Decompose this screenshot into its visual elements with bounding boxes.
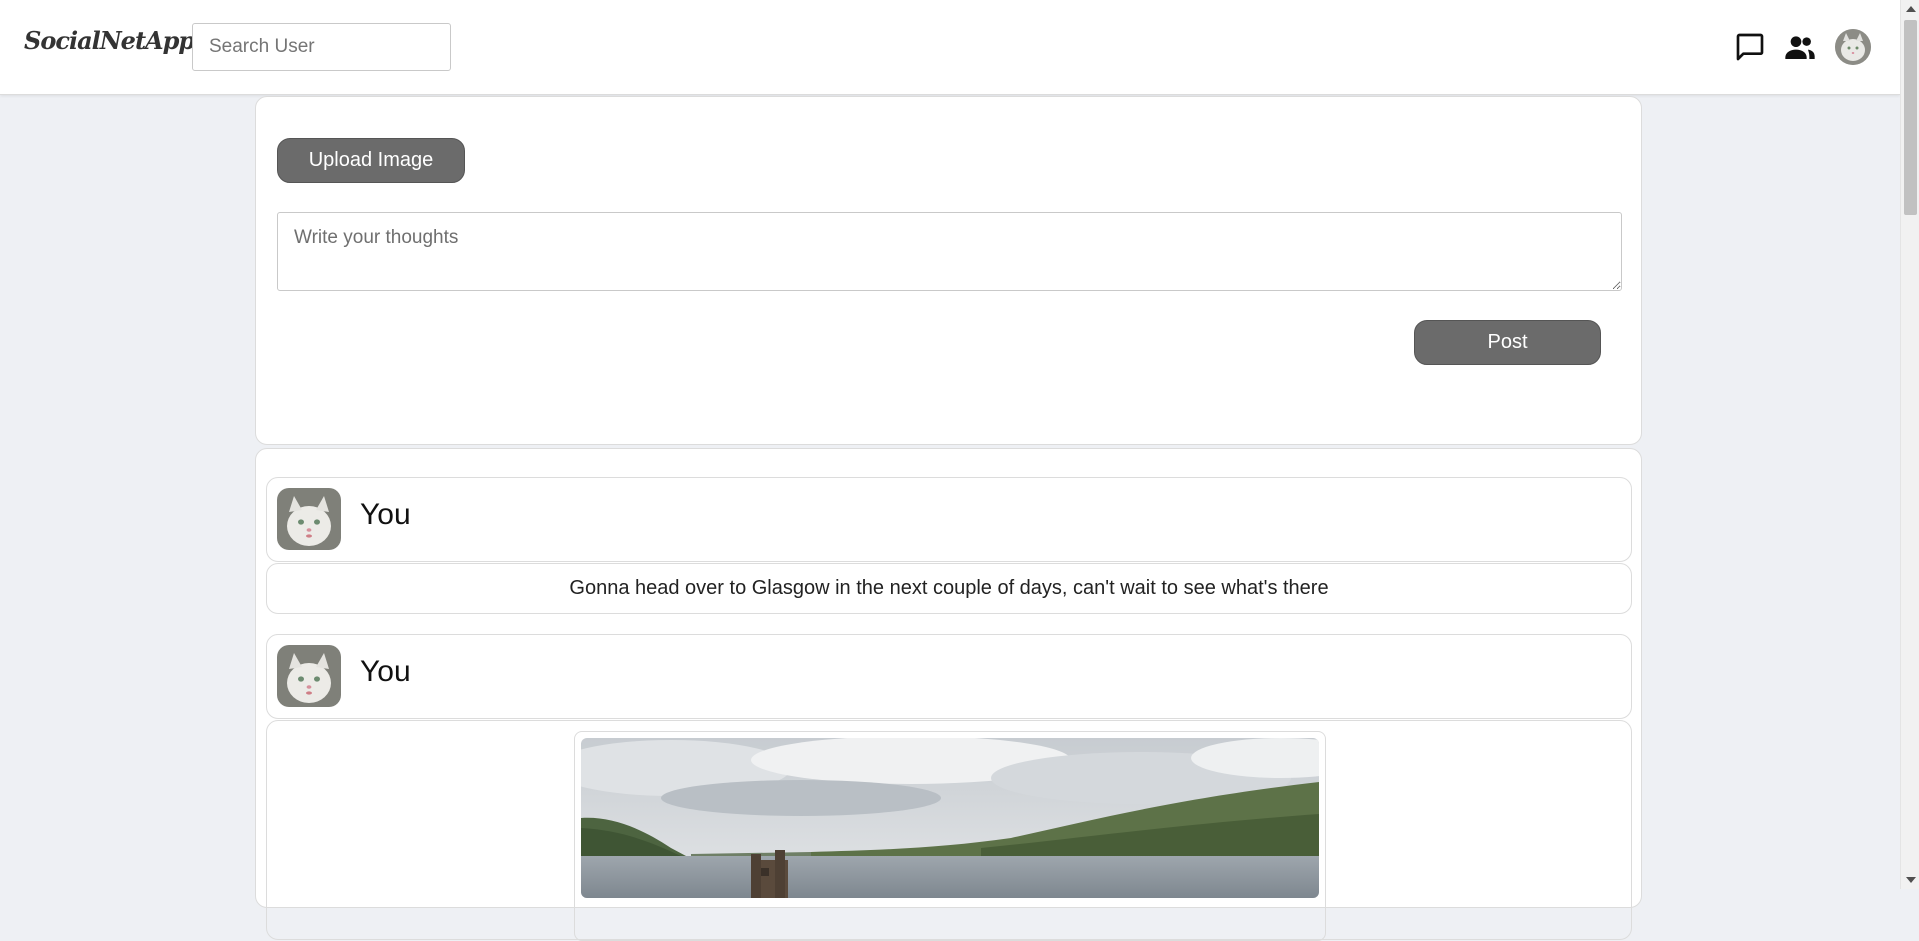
post-author-avatar[interactable]: [277, 645, 341, 707]
app-logo[interactable]: SocialNetApp: [24, 26, 195, 55]
post-button[interactable]: Post: [1414, 320, 1601, 365]
top-navbar: SocialNetApp: [0, 0, 1900, 95]
scroll-down-arrow-icon[interactable]: [1906, 877, 1916, 883]
profile-avatar[interactable]: [1835, 29, 1871, 65]
post-header: You: [266, 477, 1632, 562]
post-text: Gonna head over to Glasgow in the next c…: [266, 563, 1632, 614]
page-scrollbar[interactable]: [1900, 0, 1919, 889]
chat-icon[interactable]: [1730, 27, 1770, 67]
search-user-input[interactable]: [192, 23, 451, 71]
castle-lake-photo: [581, 738, 1319, 898]
post-author-name[interactable]: You: [360, 655, 411, 689]
feed-card: You Gonna head over to Glasgow in the ne…: [255, 448, 1642, 941]
post-composer-card: Upload Image Post: [255, 96, 1642, 445]
post-author-avatar[interactable]: [277, 488, 341, 550]
friends-icon[interactable]: [1780, 27, 1820, 67]
scroll-up-arrow-icon[interactable]: [1906, 6, 1916, 12]
thoughts-textarea[interactable]: [277, 212, 1622, 291]
scrollbar-thumb[interactable]: [1904, 20, 1917, 215]
post-author-name[interactable]: You: [360, 498, 411, 532]
post-header: You: [266, 634, 1632, 719]
cat-avatar-image: [1835, 29, 1871, 65]
friends-icon-glyph: [1785, 36, 1815, 59]
upload-image-button[interactable]: Upload Image: [277, 138, 465, 183]
cat-avatar-image: [277, 645, 341, 707]
cat-avatar-image: [277, 488, 341, 550]
chat-icon-glyph: [1736, 33, 1764, 61]
post-image[interactable]: [574, 731, 1326, 941]
post-image-container: [266, 720, 1632, 941]
